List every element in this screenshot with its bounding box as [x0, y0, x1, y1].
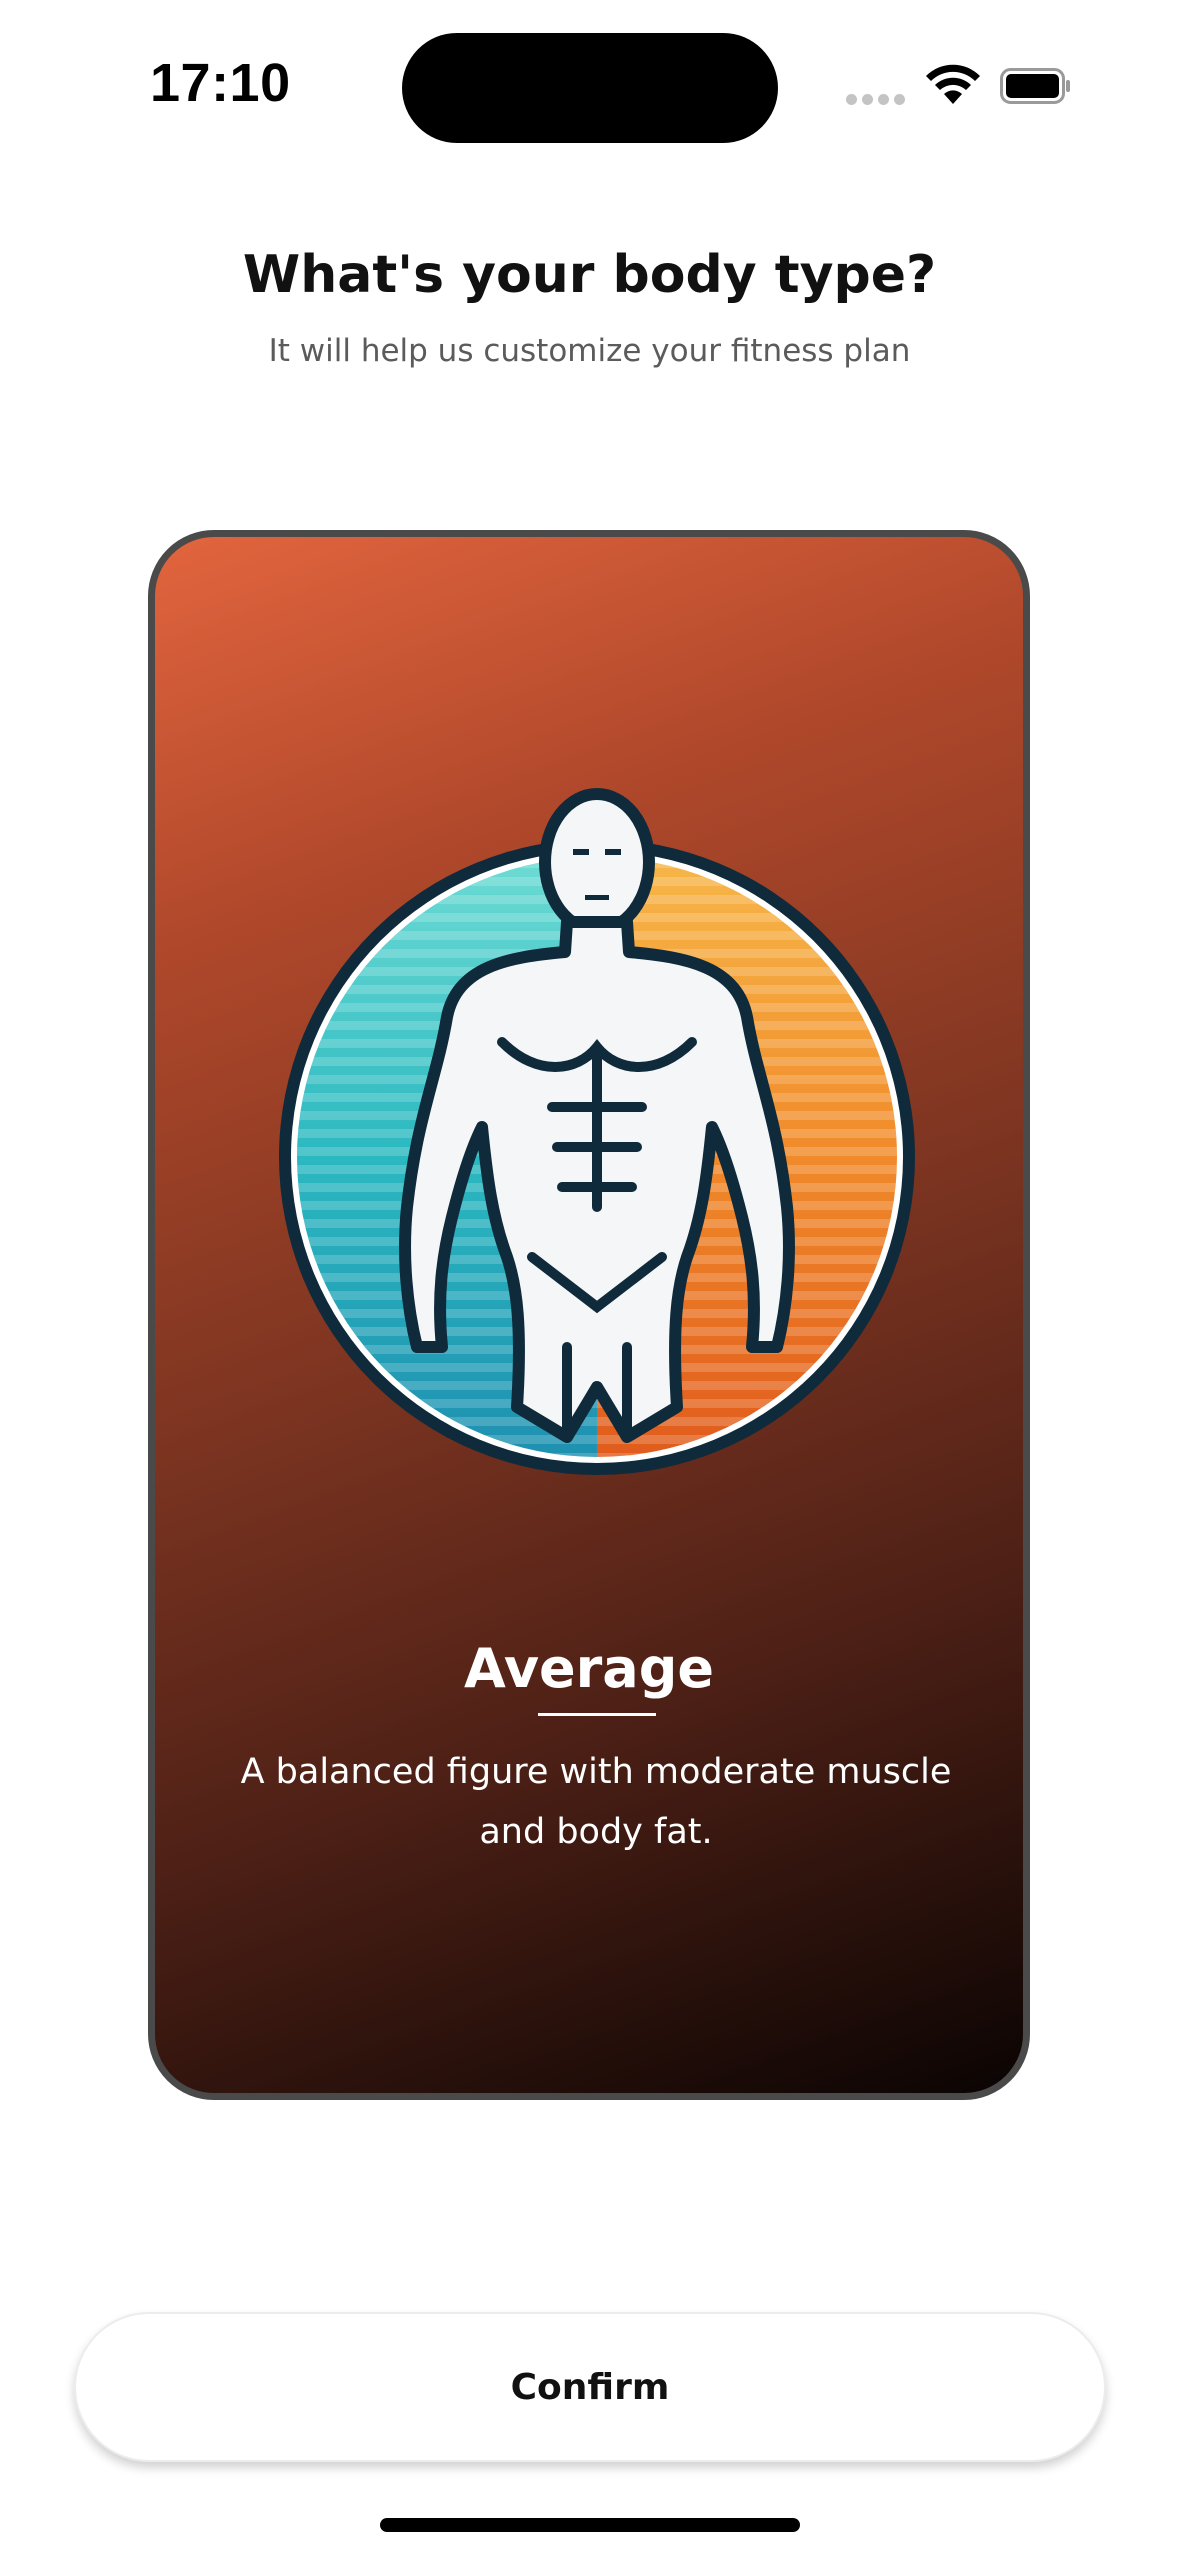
page-title: What's your body type?	[242, 245, 937, 305]
page-subtitle: It will help us customize your fitness p…	[268, 333, 911, 369]
wifi-icon	[926, 64, 980, 104]
body-type-name: Average	[463, 1637, 715, 1700]
cellular-signal-icon	[846, 94, 905, 105]
name-underline	[538, 1713, 656, 1716]
confirm-button[interactable]: Confirm	[74, 2312, 1106, 2462]
dynamic-island	[402, 33, 778, 143]
body-type-card[interactable]: Average A balanced figure with moderate …	[148, 530, 1030, 2100]
body-type-description: A balanced figure with moderate muscle a…	[240, 1752, 952, 1852]
muscular-body-figure-icon	[267, 787, 927, 1477]
status-time: 17:10	[150, 53, 291, 113]
home-indicator[interactable]	[380, 2518, 800, 2532]
screen: 17:10 What's your body type? It will hel…	[0, 0, 1179, 2556]
battery-icon	[1000, 68, 1070, 104]
